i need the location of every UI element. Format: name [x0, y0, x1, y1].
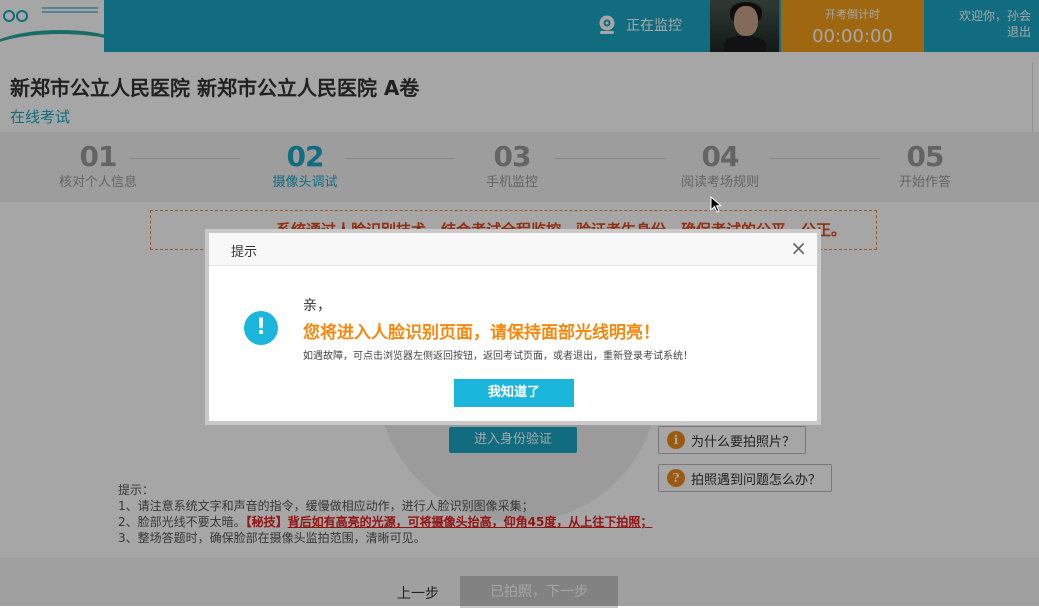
mouse-cursor-icon [710, 196, 723, 213]
tip-dialog: 提示 × ! 亲， 您将进入人脸识别页面，请保持面部光线明亮！ 如遇故障，可点击… [205, 229, 821, 425]
close-icon[interactable]: × [790, 236, 807, 260]
dialog-detail-message: 如遇故障，可点击浏览器左侧返回按钮，返回考试页面，或者退出，重新登录考试系统！ [303, 351, 693, 362]
ok-button[interactable]: 我知道了 [454, 379, 574, 407]
exclamation-icon: ! [244, 311, 278, 345]
dialog-title: 提示 [231, 245, 258, 260]
dialog-main-message: 您将进入人脸识别页面，请保持面部光线明亮！ [303, 323, 660, 343]
dialog-header: 提示 × [209, 233, 817, 266]
dialog-greeting: 亲， [303, 298, 331, 314]
